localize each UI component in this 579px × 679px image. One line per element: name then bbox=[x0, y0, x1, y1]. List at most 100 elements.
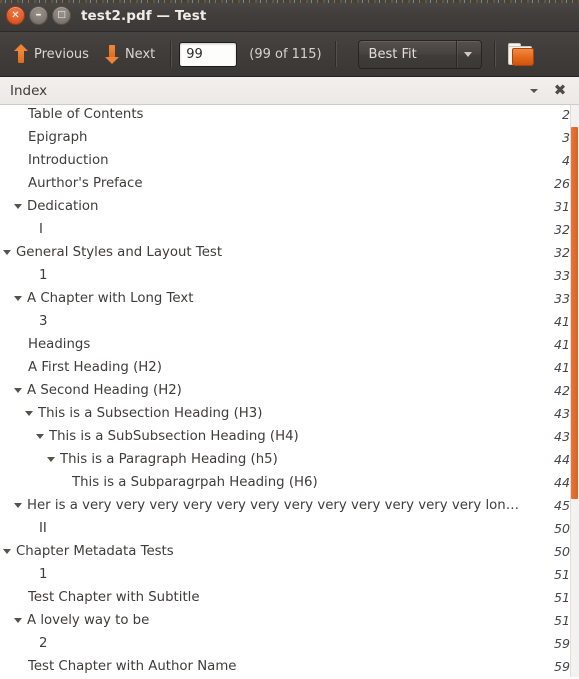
index-tree-row-page: 42 bbox=[553, 383, 570, 398]
window-title: test2.pdf — Test bbox=[81, 7, 207, 24]
index-tree-row[interactable]: A Chapter with Long Text 33 bbox=[0, 287, 579, 310]
minimize-window-button[interactable]: – bbox=[29, 6, 48, 25]
index-tree-row-page: 2 bbox=[561, 107, 570, 122]
index-tree-row-label: A lovely way to be bbox=[27, 613, 150, 628]
index-tree-row[interactable]: Her is a very very very very very very v… bbox=[0, 494, 579, 517]
expand-triangle-icon[interactable] bbox=[14, 618, 22, 623]
index-tree-row[interactable]: Chapter Metadata Tests 50 bbox=[0, 540, 579, 563]
index-tree-row-label: Introduction bbox=[28, 153, 109, 168]
index-panel-menu-button[interactable] bbox=[525, 88, 543, 93]
index-tree-row[interactable]: A lovely way to be 51 bbox=[0, 609, 579, 632]
index-tree-row[interactable]: Aurthor's Preface 26 bbox=[0, 172, 579, 195]
index-tree-row[interactable]: Dedication 31 bbox=[0, 195, 579, 218]
index-tree-row[interactable]: This is a Subparagrpah Heading (H6) 44 bbox=[0, 471, 579, 494]
index-tree-row[interactable]: 1 51 bbox=[0, 563, 579, 586]
zoom-level-dropdown[interactable]: Best Fit bbox=[357, 39, 482, 69]
title-bar: ✕ – □ test2.pdf — Test bbox=[0, 0, 579, 32]
toolbar-separator bbox=[170, 41, 173, 67]
expand-triangle-icon[interactable] bbox=[36, 434, 44, 439]
index-tree-row-label: Epigraph bbox=[28, 130, 88, 145]
expand-triangle-icon[interactable] bbox=[47, 457, 55, 462]
index-tree-row[interactable]: Headings 41 bbox=[0, 333, 579, 356]
index-tree-row-label: 1 bbox=[39, 567, 48, 582]
index-tree-row[interactable]: 2 59 bbox=[0, 632, 579, 655]
index-tree-row-label: This is a Paragraph Heading (h5) bbox=[60, 452, 278, 467]
close-window-button[interactable]: ✕ bbox=[6, 6, 25, 25]
next-page-button[interactable]: Next bbox=[97, 39, 163, 69]
index-tree-row[interactable]: A Second Heading (H2) 42 bbox=[0, 379, 579, 402]
expand-triangle-icon[interactable] bbox=[25, 411, 33, 416]
index-scrollbar-track[interactable] bbox=[570, 105, 579, 677]
index-tree-row-page: 41 bbox=[553, 314, 570, 329]
index-tree-row[interactable]: Table of Contents 2 bbox=[0, 105, 579, 126]
index-tree-row[interactable]: 1 33 bbox=[0, 264, 579, 287]
previous-page-button[interactable]: Previous bbox=[6, 39, 97, 69]
index-tree-row-page: 32 bbox=[553, 222, 570, 237]
index-tree-row-page: 51 bbox=[553, 590, 570, 605]
close-icon: ✕ bbox=[11, 9, 20, 21]
titlebar-texture bbox=[0, 0, 579, 3]
index-tree-row-page: 50 bbox=[553, 544, 570, 559]
page-count-label: (99 of 115) bbox=[249, 46, 322, 62]
expand-triangle-icon[interactable] bbox=[14, 296, 22, 301]
toolbar-separator-2 bbox=[334, 41, 337, 67]
index-tree-row-label: Aurthor's Preface bbox=[28, 176, 143, 191]
index-tree-row[interactable]: This is a Paragraph Heading (h5) 44 bbox=[0, 448, 579, 471]
index-tree-row-page: 4 bbox=[561, 153, 570, 168]
page-number-input[interactable] bbox=[179, 41, 238, 67]
index-tree-row[interactable]: This is a Subsection Heading (H3) 43 bbox=[0, 402, 579, 425]
index-tree-row-label: Chapter Metadata Tests bbox=[16, 544, 174, 559]
index-tree-row[interactable]: I 32 bbox=[0, 218, 579, 241]
index-tree: Table of Contents 2 Epigraph 3 Introduction 4… bbox=[0, 105, 579, 677]
index-tree-row-page: 41 bbox=[553, 360, 570, 375]
index-tree-row[interactable]: Epigraph 3 bbox=[0, 126, 579, 149]
index-tree-row-label: A Second Heading (H2) bbox=[27, 383, 182, 398]
index-tree-row-label: II bbox=[39, 521, 47, 536]
arrow-up-icon bbox=[14, 44, 28, 64]
index-panel-close-button[interactable]: ✖ bbox=[551, 82, 569, 100]
index-scrollbar-thumb[interactable] bbox=[571, 127, 578, 499]
index-tree-row-label: A First Heading (H2) bbox=[28, 360, 162, 375]
index-tree-row-label: 1 bbox=[39, 268, 48, 283]
index-tree-row-label: I bbox=[39, 222, 43, 237]
index-tree-row[interactable]: General Styles and Layout Test 32 bbox=[0, 241, 579, 264]
index-tree-row[interactable]: II 50 bbox=[0, 517, 579, 540]
index-tree-row[interactable]: Test Chapter with Subtitle 51 bbox=[0, 586, 579, 609]
expand-triangle-icon[interactable] bbox=[3, 250, 11, 255]
expand-triangle-icon[interactable] bbox=[14, 388, 22, 393]
open-file-button[interactable] bbox=[503, 38, 541, 70]
index-tree-row-label: This is a Subparagrpah Heading (H6) bbox=[72, 475, 318, 490]
index-panel-header: Index ✖ bbox=[0, 77, 579, 105]
index-tree-row[interactable]: Test Chapter with Author Name 59 bbox=[0, 655, 579, 677]
index-tree-row[interactable]: 3 41 bbox=[0, 310, 579, 333]
index-tree-row-label: This is a SubSubsection Heading (H4) bbox=[49, 429, 299, 444]
index-panel-title: Index bbox=[10, 82, 48, 99]
index-tree-row[interactable]: A First Heading (H2) 41 bbox=[0, 356, 579, 379]
maximize-window-button[interactable]: □ bbox=[52, 6, 71, 25]
zoom-level-value: Best Fit bbox=[368, 46, 417, 62]
index-tree-row-label: 2 bbox=[39, 636, 48, 651]
toolbar: Previous Next (99 of 115) Best Fit bbox=[0, 32, 579, 77]
zoom-dropdown-arrow[interactable] bbox=[455, 40, 479, 68]
expand-triangle-icon[interactable] bbox=[14, 204, 22, 209]
maximize-icon: □ bbox=[57, 10, 66, 20]
index-tree-row-label: Test Chapter with Author Name bbox=[28, 659, 237, 674]
toolbar-separator-3 bbox=[493, 41, 496, 67]
index-tree-row-page: 32 bbox=[553, 245, 570, 260]
index-tree-row-page: 50 bbox=[553, 521, 570, 536]
index-tree-row-page: 59 bbox=[553, 636, 570, 651]
index-tree-row[interactable]: Introduction 4 bbox=[0, 149, 579, 172]
index-tree-panel: Table of Contents 2 Epigraph 3 Introduction 4… bbox=[0, 105, 579, 677]
expand-triangle-icon[interactable] bbox=[14, 503, 22, 508]
expand-triangle-icon[interactable] bbox=[3, 549, 11, 554]
index-tree-row[interactable]: This is a SubSubsection Heading (H4) 43 bbox=[0, 425, 579, 448]
